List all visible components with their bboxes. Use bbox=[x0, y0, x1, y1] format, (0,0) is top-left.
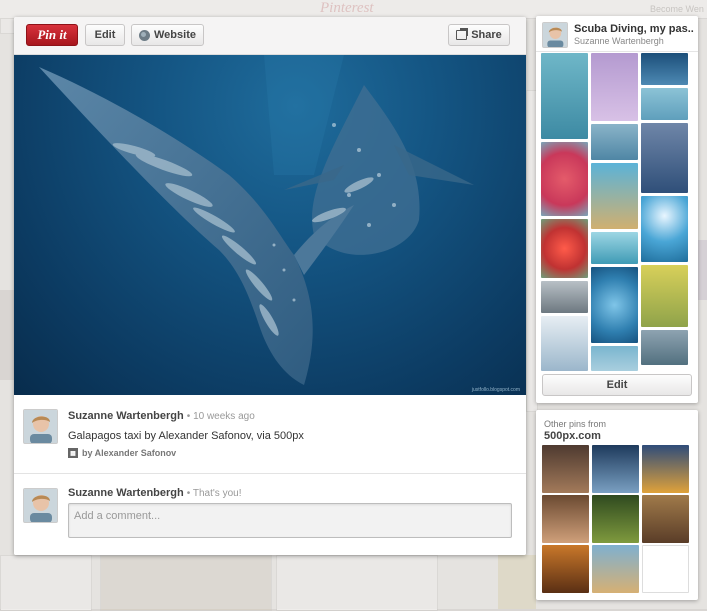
edit-button[interactable]: Edit bbox=[85, 24, 125, 46]
board-panel: Scuba Diving, my pas... Suzanne Wartenbe… bbox=[536, 16, 698, 403]
other-pin-thumbnail[interactable] bbox=[542, 495, 589, 543]
pin-info: Suzanne Wartenbergh • 10 weeks ago Galap… bbox=[14, 395, 526, 474]
other-pin-thumbnail[interactable] bbox=[592, 545, 639, 593]
pin-it-button[interactable]: Pin it bbox=[26, 24, 78, 46]
pin-card: Pin it Edit Website Share justfollo.blog… bbox=[14, 17, 526, 555]
comment-author-name[interactable]: Suzanne Wartenbergh bbox=[68, 487, 184, 499]
pin-author[interactable]: Suzanne Wartenbergh • 10 weeks ago bbox=[68, 410, 255, 422]
pin-source[interactable]: ▦ by Alexander Safonov bbox=[68, 448, 176, 458]
pin-image[interactable]: justfollo.blogspot.com bbox=[14, 55, 526, 395]
board-thumbnails bbox=[541, 53, 691, 371]
board-owner[interactable]: Suzanne Wartenbergh bbox=[574, 36, 664, 46]
avatar-portrait bbox=[543, 23, 567, 47]
board-thumbnail[interactable] bbox=[591, 346, 638, 371]
avatar-portrait bbox=[24, 489, 57, 522]
globe-icon bbox=[139, 29, 150, 41]
other-pin-thumbnail[interactable] bbox=[642, 495, 689, 543]
other-pin-thumbnail[interactable] bbox=[542, 445, 589, 493]
photo-credit: justfollo.blogspot.com bbox=[471, 387, 520, 393]
pin-toolbar: Pin it Edit Website Share bbox=[14, 17, 526, 55]
pin-author-name[interactable]: Suzanne Wartenbergh bbox=[68, 410, 184, 422]
website-label: Website bbox=[154, 29, 196, 41]
board-thumbnail[interactable] bbox=[591, 124, 638, 160]
avatar[interactable] bbox=[23, 488, 58, 523]
board-title[interactable]: Scuba Diving, my pas... bbox=[574, 23, 694, 35]
board-thumbnail[interactable] bbox=[591, 163, 638, 229]
board-thumbnail[interactable] bbox=[541, 142, 588, 216]
board-thumbnail[interactable] bbox=[591, 53, 638, 121]
comment-self-note: That's you! bbox=[192, 488, 242, 499]
whale-shark-illustration bbox=[39, 55, 474, 385]
website-button[interactable]: Website bbox=[131, 24, 204, 46]
board-edit-button[interactable]: Edit bbox=[542, 374, 692, 396]
other-pins-panel: Other pins from 500px.com bbox=[536, 410, 698, 600]
pin-source-label[interactable]: by Alexander Safonov bbox=[82, 448, 176, 458]
comment-input[interactable] bbox=[68, 503, 512, 538]
board-edit-label: Edit bbox=[606, 379, 628, 391]
pin-description: Galapagos taxi by Alexander Safonov, via… bbox=[68, 430, 304, 442]
avatar[interactable] bbox=[23, 409, 58, 444]
comment-section: Suzanne Wartenbergh • That's you! bbox=[14, 474, 526, 555]
share-label: Share bbox=[471, 29, 502, 41]
share-button[interactable]: Share bbox=[448, 24, 510, 46]
board-header[interactable]: Scuba Diving, my pas... Suzanne Wartenbe… bbox=[536, 16, 698, 52]
board-thumbnail[interactable] bbox=[541, 53, 588, 139]
other-pin-thumbnail[interactable] bbox=[542, 545, 589, 593]
source-icon: ▦ bbox=[68, 448, 78, 458]
share-icon bbox=[456, 30, 468, 40]
board-thumbnail[interactable] bbox=[541, 281, 588, 313]
other-pins-source[interactable]: 500px.com bbox=[544, 430, 601, 442]
other-pin-thumbnail-empty bbox=[642, 545, 689, 593]
edit-label: Edit bbox=[94, 29, 116, 41]
avatar-portrait bbox=[24, 410, 57, 443]
board-thumbnail[interactable] bbox=[641, 53, 688, 85]
pin-it-label: Pin it bbox=[37, 27, 67, 42]
other-pin-thumbnail[interactable] bbox=[592, 495, 639, 543]
board-thumbnail[interactable] bbox=[591, 267, 638, 343]
comment-author: Suzanne Wartenbergh • That's you! bbox=[68, 487, 242, 499]
other-pin-thumbnail[interactable] bbox=[642, 445, 689, 493]
board-thumbnail[interactable] bbox=[591, 232, 638, 264]
board-thumbnail[interactable] bbox=[641, 88, 688, 120]
board-thumbnail[interactable] bbox=[641, 196, 688, 262]
pin-time: 10 weeks ago bbox=[193, 411, 255, 422]
board-thumbnail[interactable] bbox=[641, 330, 688, 365]
avatar[interactable] bbox=[542, 22, 568, 48]
board-thumbnail[interactable] bbox=[541, 219, 588, 278]
other-pins-label: Other pins from bbox=[544, 419, 607, 429]
board-thumbnail[interactable] bbox=[641, 265, 688, 327]
board-thumbnail[interactable] bbox=[541, 316, 588, 371]
board-thumbnail[interactable] bbox=[641, 123, 688, 193]
other-pin-thumbnail[interactable] bbox=[592, 445, 639, 493]
